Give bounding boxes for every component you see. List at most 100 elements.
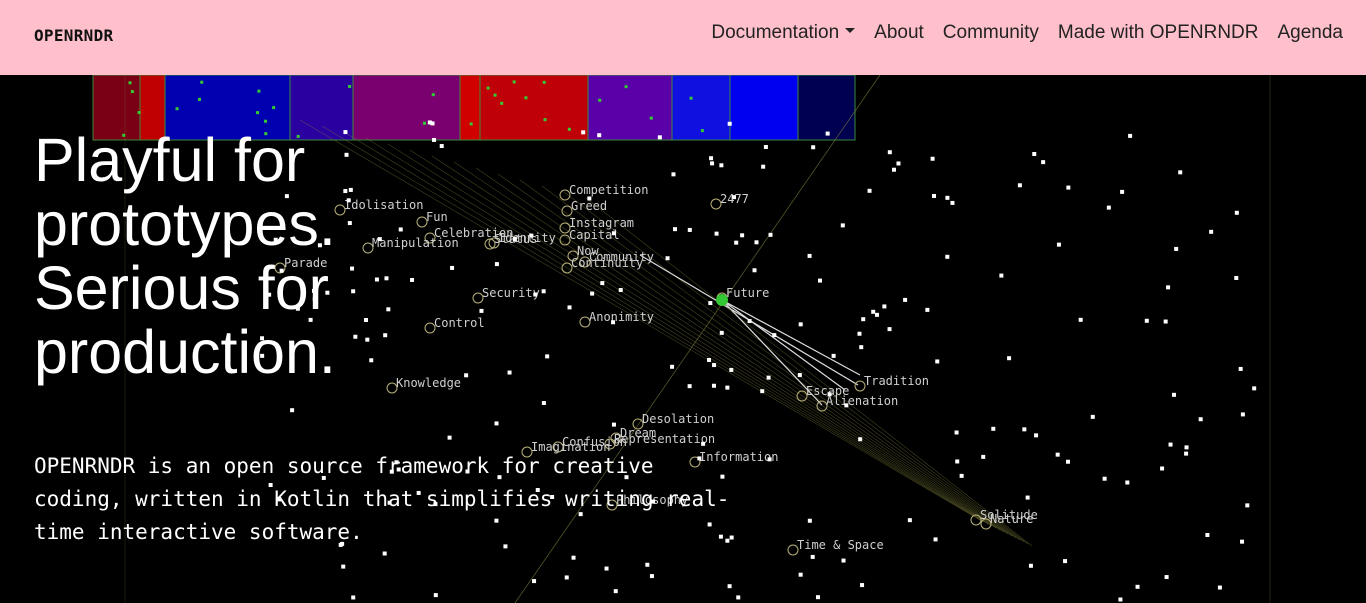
graph-label: Tradition [864,374,929,388]
scatter-dot [343,130,348,135]
scatter-dot [827,392,832,397]
graph-label: Desolation [642,412,714,426]
bar-dot [469,122,473,126]
scatter-dot [507,370,512,375]
scatter-dot [533,292,538,297]
scatter-dot [447,435,452,440]
scatter-dot [925,307,930,312]
scatter-dot [736,595,741,600]
nav-agenda[interactable]: Agenda [1277,22,1343,44]
scatter-dot [860,583,865,588]
scatter-dot [1166,285,1171,290]
color-bar [459,74,481,141]
scatter-dot [1184,451,1189,456]
scatter-dot [1065,459,1070,464]
scatter-dot [798,322,803,327]
scatter-dot [567,305,572,310]
scatter-dot [351,595,356,600]
brand-logo[interactable]: OPENRNDR [34,26,113,45]
scatter-dot [844,403,849,408]
scatter-dot [383,333,388,338]
scatter-dot [875,312,880,317]
scatter-dot [649,574,654,579]
scatter-dot [1066,185,1071,190]
scatter-dot [348,187,353,192]
scatter-dot [1168,442,1173,447]
scatter-dot [687,227,692,232]
bar-dot [423,121,427,125]
scatter-dot [1209,229,1214,234]
color-bar [587,74,673,141]
graph-label: Idolisation [344,198,423,212]
scatter-dot [494,421,499,426]
scatter-dot [564,575,569,580]
scatter-dot [1007,356,1012,361]
bar-dot [130,90,134,94]
scatter-dot [1028,563,1033,568]
scatter-dot [450,265,455,270]
scatter-dot [1240,539,1245,544]
scatter-dot [709,156,714,161]
nav-made-with[interactable]: Made with OPENRNDR [1058,22,1259,44]
graph-label: Nature [990,512,1033,526]
scatter-dot [710,161,715,166]
scatter-dot [719,163,724,168]
scatter-dot [687,384,692,389]
bar-dot [197,97,201,101]
scatter-dot [871,309,876,314]
bar-dot [649,116,653,120]
scatter-dot [887,150,892,155]
scatter-dot [1034,433,1039,438]
scatter-dot [1120,189,1125,194]
scatter-dot [950,200,955,205]
scatter-dot [711,383,716,388]
graph-label: Time & Space [797,538,884,552]
scatter-dot [529,233,534,238]
scatter-dot [701,441,706,446]
scatter-dot [857,331,862,336]
bar-dot [543,118,547,122]
scatter-dot [341,564,346,569]
scatter-dot [1032,152,1037,157]
scatter-dot [712,363,717,368]
graph-label: Knowledge [396,376,461,390]
scatter-dot [432,137,437,142]
scatter-dot [714,231,719,236]
graph-label: Manipulation [372,236,459,250]
bar-dot [128,81,132,85]
bar-dot [348,84,352,88]
scatter-dot [991,426,996,431]
hero-headline: Playful for prototypes. Serious for prod… [34,128,336,384]
scatter-dot [353,334,358,339]
scatter-dot [670,364,675,369]
scatter-dot [611,320,616,325]
graph-label: Anonimity [589,310,654,324]
scatter-dot [618,288,623,293]
nav-documentation[interactable]: Documentation [711,22,856,44]
scatter-dot [752,268,757,273]
scatter-dot [600,281,605,286]
scatter-dot [604,566,609,571]
scatter-dot [1252,386,1257,391]
scatter-dot [1245,503,1250,508]
color-bar [352,74,461,141]
scatter-dot [903,297,908,302]
scatter-dot [887,327,892,332]
nav-community[interactable]: Community [943,22,1039,44]
scatter-dot [541,289,546,294]
scatter-dot [807,253,812,258]
scatter-dot [1217,585,1222,590]
scatter-dot [597,133,602,138]
scatter-dot [377,237,382,242]
scatter-dot [1056,242,1061,247]
nav-links: Documentation About Community Made with … [711,22,1343,44]
scatter-dot [374,277,379,282]
scatter-dot [1144,318,1149,323]
nav-about[interactable]: About [874,22,924,44]
scatter-dot [731,195,736,200]
scatter-dot [896,161,901,166]
bar-dot [500,101,504,105]
scatter-dot [955,459,960,464]
bar-dot [689,96,693,100]
scatter-dot [1238,366,1243,371]
